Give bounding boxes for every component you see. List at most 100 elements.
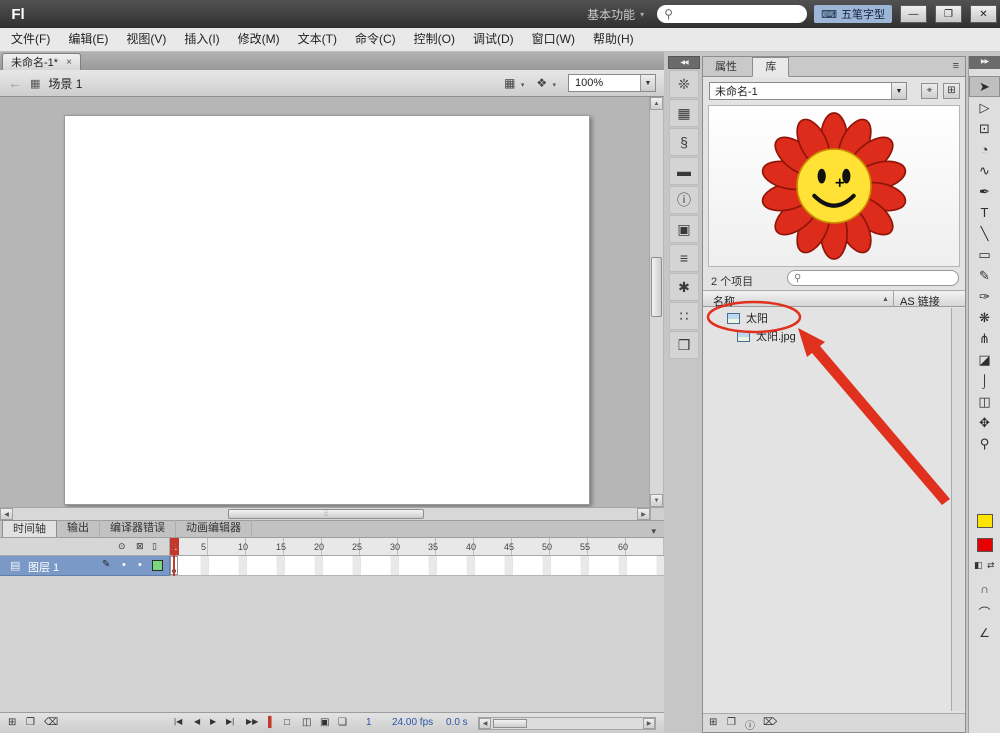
edit-scene-button[interactable]: ▦ ▾: [504, 76, 524, 90]
rectangle-tool[interactable]: ▭: [969, 244, 1000, 265]
menu-view[interactable]: 视图(V): [117, 28, 175, 51]
library-scrollbar[interactable]: [951, 308, 964, 711]
menu-file[interactable]: 文件(F): [2, 28, 59, 51]
smooth-icon[interactable]: ⌒: [969, 604, 1000, 621]
pen-tool[interactable]: ✒: [969, 181, 1000, 202]
layer-lock-dot[interactable]: •: [138, 559, 142, 571]
timeline-horizontal-scrollbar[interactable]: ◀ ▶: [478, 717, 656, 730]
text-tool[interactable]: T: [969, 202, 1000, 223]
first-frame-button[interactable]: |◀: [174, 717, 182, 726]
edit-multiple-frames-icon[interactable]: ▣: [320, 717, 329, 728]
hand-tool[interactable]: ✥: [969, 412, 1000, 433]
snap-magnet-icon[interactable]: ∩: [969, 582, 1000, 596]
outline-icon[interactable]: ▯: [152, 541, 157, 552]
new-folder-icon[interactable]: ❒: [26, 717, 35, 728]
tab-motion-editor[interactable]: 动画编辑器: [176, 520, 252, 537]
vertical-scroll-thumb[interactable]: [651, 257, 662, 317]
sort-icon[interactable]: ▲: [882, 296, 889, 303]
scroll-down-icon[interactable]: ▼: [650, 494, 663, 507]
fill-color-swatch[interactable]: [977, 538, 993, 552]
stage-horizontal-scrollbar[interactable]: ◀ ⁞⁞ ▶: [0, 507, 664, 520]
lasso-tool[interactable]: ∿: [969, 160, 1000, 181]
frame-grid[interactable]: [170, 556, 664, 576]
tab-timeline[interactable]: 时间轴: [2, 520, 57, 537]
library-document-select[interactable]: 未命名-1 ▼: [709, 82, 907, 100]
layer-row[interactable]: ▤ 图层 1 ✎ • •: [0, 556, 170, 576]
eyedropper-tool[interactable]: ⌡: [969, 370, 1000, 391]
ruler-panel-icon[interactable]: ▬: [669, 157, 699, 185]
menu-debug[interactable]: 调试(D): [464, 28, 523, 51]
tab-compiler-errors[interactable]: 编译器错误: [100, 520, 176, 537]
back-arrow-icon[interactable]: ←: [8, 75, 22, 91]
panel-menu-icon[interactable]: ▾: [643, 526, 664, 537]
zoom-select[interactable]: 100% ▼: [568, 74, 656, 92]
library-column-header[interactable]: 名称 ▲ AS 链接: [703, 290, 965, 309]
pencil-tool[interactable]: ✎: [969, 265, 1000, 286]
deco-tool[interactable]: ❋: [969, 307, 1000, 328]
new-symbol-icon[interactable]: ⊞: [709, 717, 717, 728]
straighten-icon[interactable]: ∠: [969, 626, 1000, 640]
scroll-right-icon[interactable]: ▶: [637, 508, 650, 520]
document-tab[interactable]: 未命名-1* ×: [2, 53, 81, 70]
stroke-color-swatch[interactable]: [977, 514, 993, 528]
components-panel-icon[interactable]: §: [669, 128, 699, 156]
panel-menu-icon[interactable]: ≡: [953, 60, 959, 72]
eye-icon[interactable]: ⊙: [118, 541, 126, 552]
loop-marker-icon[interactable]: ▌: [268, 717, 275, 728]
elapsed-time-value[interactable]: 0.0 s: [446, 717, 468, 728]
menu-window[interactable]: 窗口(W): [523, 28, 584, 51]
delete-layer-icon[interactable]: ⌫: [44, 717, 58, 728]
frame-rate-value[interactable]: 24.00 fps: [392, 717, 433, 728]
timeline-scroll-thumb[interactable]: [493, 719, 527, 728]
brush-tool[interactable]: ✑: [969, 286, 1000, 307]
next-frame-button[interactable]: ▶|: [226, 717, 234, 726]
menu-modify[interactable]: 修改(M): [229, 28, 289, 51]
code-snippets-panel-icon[interactable]: ∷: [669, 302, 699, 330]
delete-item-icon[interactable]: ⌦: [763, 717, 777, 728]
modify-markers-icon[interactable]: ❏: [338, 717, 347, 728]
library-item-sun[interactable]: 太阳: [703, 309, 951, 327]
column-divider[interactable]: [893, 291, 894, 307]
column-name-label[interactable]: 名称: [713, 293, 735, 309]
library-item-label[interactable]: 太阳: [746, 310, 768, 326]
onion-skin-outline-icon[interactable]: ◫: [302, 717, 311, 728]
swatches-panel-icon[interactable]: ❊: [669, 70, 699, 98]
menu-commands[interactable]: 命令(C): [346, 28, 405, 51]
layer-name[interactable]: 图层 1: [28, 559, 59, 575]
current-frame-value[interactable]: 1: [366, 717, 372, 728]
scroll-left-icon[interactable]: ◀: [0, 508, 13, 520]
new-library-panel-icon[interactable]: ⊞: [943, 83, 960, 99]
tab-library[interactable]: 库: [752, 57, 790, 77]
scroll-up-icon[interactable]: ▲: [650, 97, 663, 110]
close-button[interactable]: ✕: [970, 5, 997, 23]
menu-text[interactable]: 文本(T): [289, 28, 346, 51]
play-button[interactable]: ▶: [210, 717, 216, 726]
layer-visibility-dot[interactable]: •: [122, 559, 126, 571]
onion-skin-icon[interactable]: □: [284, 717, 290, 728]
library-item-sun-jpg[interactable]: 太阳.jpg: [703, 327, 951, 345]
tab-output[interactable]: 输出: [57, 520, 100, 537]
search-input[interactable]: [676, 8, 787, 20]
motion-presets-panel-icon[interactable]: ✱: [669, 273, 699, 301]
zoom-tool[interactable]: ⚲: [969, 433, 1000, 454]
transform-panel-icon[interactable]: ▣: [669, 215, 699, 243]
tab-properties[interactable]: 属性: [703, 58, 749, 78]
edit-symbol-button[interactable]: ❖ ▾: [536, 76, 556, 90]
stage-canvas[interactable]: [64, 115, 590, 505]
menu-edit[interactable]: 编辑(E): [59, 28, 117, 51]
ime-indicator[interactable]: ⌨ 五笔字型: [814, 5, 892, 23]
expand-panels-icon[interactable]: ◀◀: [668, 56, 700, 69]
stage-vertical-scrollbar[interactable]: ▲ ▼: [649, 97, 663, 507]
bone-tool[interactable]: ⋔: [969, 328, 1000, 349]
collapse-tools-icon[interactable]: ▶▶: [969, 56, 1000, 69]
scroll-right-icon[interactable]: ▶: [643, 718, 655, 729]
menu-control[interactable]: 控制(O): [405, 28, 464, 51]
help-search-box[interactable]: ⚲: [657, 5, 808, 23]
project-panel-icon[interactable]: ❒: [669, 331, 699, 359]
subselection-tool[interactable]: ▷: [969, 97, 1000, 118]
close-icon[interactable]: ×: [66, 57, 72, 68]
frame-ruler[interactable]: 1 5 10 15 20 25 30 35 40 45 50 55 60: [170, 538, 664, 556]
menu-help[interactable]: 帮助(H): [584, 28, 643, 51]
prev-frame-button[interactable]: ◀: [194, 717, 200, 726]
lock-icon[interactable]: ⊠: [136, 541, 144, 552]
